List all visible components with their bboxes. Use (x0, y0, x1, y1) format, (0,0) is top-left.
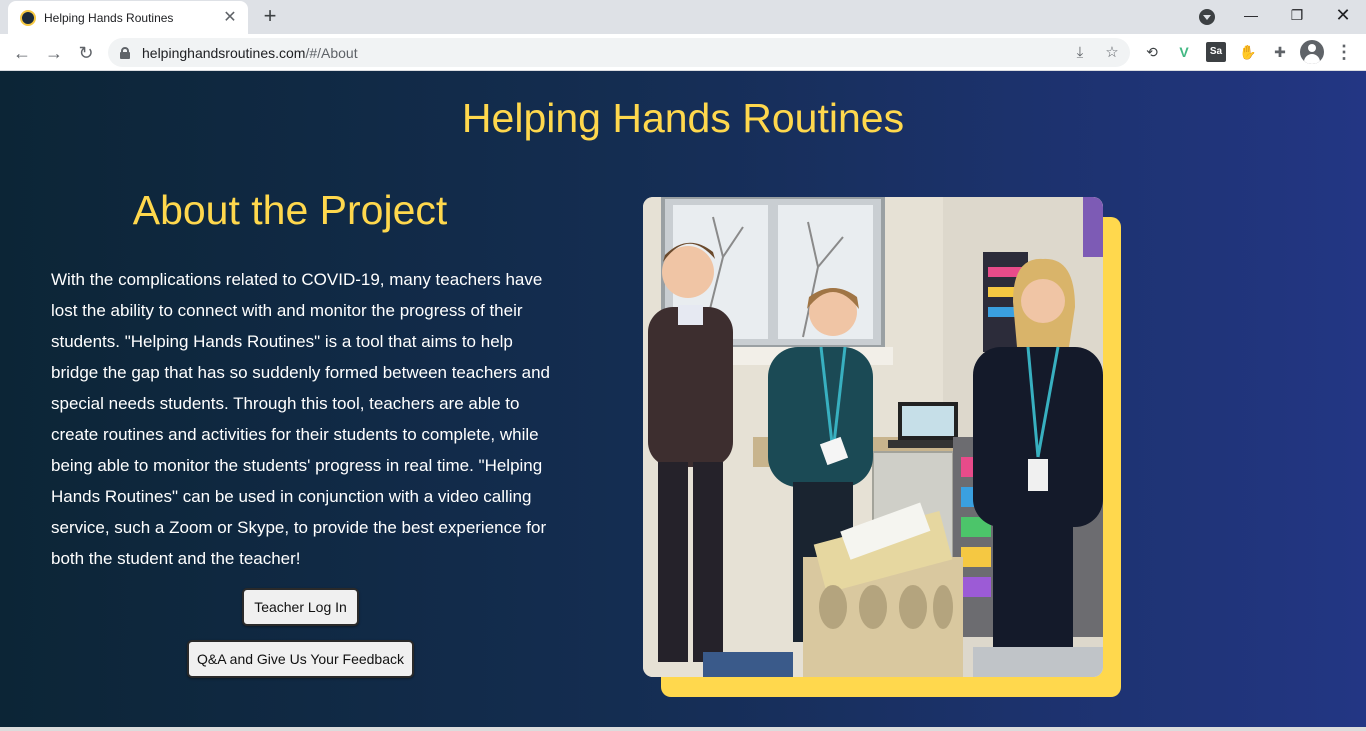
team-photo-illustration (643, 197, 1103, 677)
new-tab-button[interactable]: + (258, 4, 282, 28)
back-arrow-icon[interactable]: ← (10, 41, 34, 65)
page-content: Helping Hands Routines About the Project… (0, 71, 1366, 731)
close-window-button[interactable]: ✕ (1320, 0, 1366, 30)
vue-devtools-icon[interactable]: V (1174, 42, 1194, 62)
site-title: Helping Hands Routines (461, 95, 905, 141)
profile-avatar-icon[interactable] (1300, 40, 1324, 64)
team-photo (643, 197, 1103, 677)
selenium-extension-icon[interactable]: Sa (1206, 42, 1226, 62)
bookmark-star-icon[interactable]: ☆ (1102, 43, 1122, 63)
sync-extension-icon[interactable]: ⟲ (1142, 42, 1162, 62)
extensions-puzzle-icon[interactable]: ✚ (1270, 42, 1290, 62)
reload-icon[interactable]: ↻ (74, 41, 98, 65)
address-bar[interactable]: helpinghandsroutines.com/#/About ⤓ ☆ (108, 38, 1130, 67)
site-favicon-icon (20, 9, 36, 26)
url-host: helpinghandsroutines.com (142, 44, 306, 61)
about-title: About the Project (132, 187, 448, 233)
minimize-button[interactable]: — (1228, 0, 1274, 30)
feedback-button[interactable]: Q&A and Give Us Your Feedback (187, 640, 414, 678)
tab-strip: Helping Hands Routines ✕ + — ❐ ✕ (0, 0, 1366, 34)
forward-arrow-icon[interactable]: → (42, 41, 66, 65)
about-description: With the complications related to COVID-… (51, 270, 551, 568)
install-app-icon[interactable]: ⤓ (1070, 43, 1090, 63)
page-bottom-divider (0, 727, 1366, 731)
tab-title: Helping Hands Routines (44, 10, 174, 25)
restore-button[interactable]: ❐ (1274, 0, 1320, 30)
teacher-login-button[interactable]: Teacher Log In (242, 588, 359, 626)
url-text[interactable]: helpinghandsroutines.com/#/About (142, 45, 358, 61)
lock-icon[interactable] (120, 47, 130, 59)
browser-tab[interactable]: Helping Hands Routines ✕ (8, 1, 248, 34)
tab-search-icon[interactable] (1199, 9, 1215, 25)
url-path: /#/About (305, 44, 358, 61)
hand-extension-icon[interactable]: ✋ (1238, 42, 1258, 62)
tab-close-icon[interactable]: ✕ (222, 9, 238, 26)
more-menu-icon[interactable]: ⋮ (1334, 42, 1354, 62)
